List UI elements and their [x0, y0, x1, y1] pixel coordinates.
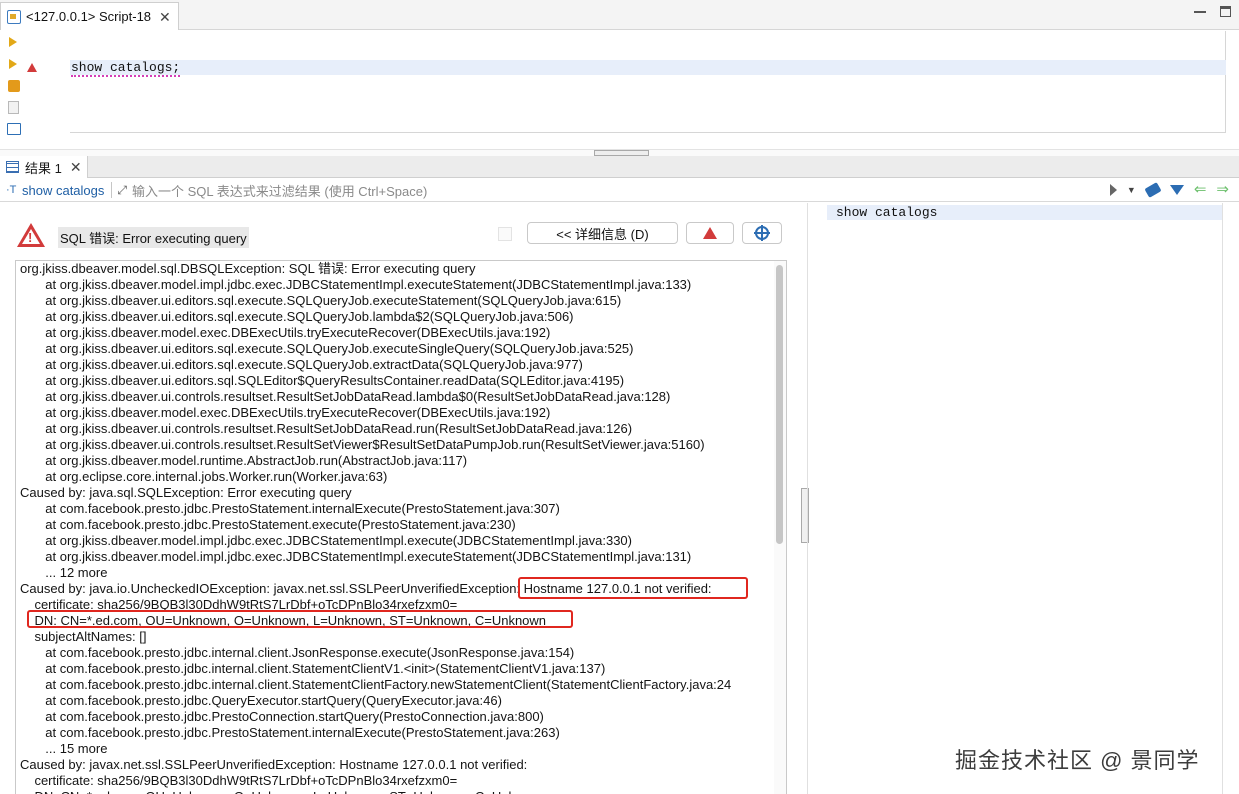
- stack-trace-line: at com.facebook.presto.jdbc.QueryExecuto…: [20, 693, 502, 708]
- editor-toolbar: [0, 31, 56, 149]
- stack-trace-line: Caused by: java.sql.SQLException: Error …: [20, 485, 352, 500]
- stack-trace-line: subjectAltNames: []: [20, 629, 147, 644]
- sql-editor[interactable]: show catalogs;: [70, 31, 1226, 133]
- stack-trace-line: at org.jkiss.dbeaver.model.runtime.Abstr…: [20, 453, 468, 468]
- stack-trace-line: at com.facebook.presto.jdbc.PrestoConnec…: [20, 709, 544, 724]
- option-checkbox[interactable]: [498, 227, 512, 241]
- console-icon[interactable]: [7, 123, 21, 135]
- execute-script-icon[interactable]: [8, 80, 20, 92]
- maximize-icon[interactable]: [1220, 6, 1231, 17]
- stack-trace-line: at org.jkiss.dbeaver.ui.controls.results…: [20, 421, 633, 436]
- query-label[interactable]: show catalogs: [22, 183, 104, 198]
- query-text[interactable]: show catalogs: [836, 205, 937, 220]
- grid-icon: [6, 161, 19, 173]
- stack-trace-line: at com.facebook.presto.jdbc.PrestoStatem…: [20, 517, 516, 532]
- minimize-icon[interactable]: [1194, 11, 1206, 15]
- locate-error-button[interactable]: [742, 222, 782, 244]
- explain-plan-icon[interactable]: [8, 101, 19, 114]
- error-title: SQL 错误: Error executing query: [58, 227, 249, 248]
- back-arrow-icon[interactable]: ⇐: [1194, 182, 1207, 197]
- stack-trace-line: certificate: sha256/9BQB3l30DdhW9tRtS7Lr…: [20, 773, 458, 788]
- stack-trace-line: at com.facebook.presto.jdbc.internal.cli…: [20, 677, 732, 692]
- editor-tab-script[interactable]: <127.0.0.1> Script-18 ✕: [0, 2, 179, 30]
- results-tab[interactable]: 结果 1 ✕: [0, 156, 88, 178]
- error-panel: ! SQL 错误: Error executing query << 详细信息 …: [0, 203, 797, 794]
- horizontal-splitter[interactable]: [0, 149, 1239, 156]
- warning-icon: [703, 227, 717, 239]
- stack-trace-line: at org.jkiss.dbeaver.ui.editors.sql.exec…: [20, 309, 574, 324]
- stack-trace-line: at org.jkiss.dbeaver.model.exec.DBExecUt…: [20, 325, 551, 340]
- panel-border: [1222, 203, 1223, 794]
- show-error-log-button[interactable]: [686, 222, 734, 244]
- results-tab-label: 结果 1: [25, 160, 62, 176]
- window-controls: [1194, 6, 1231, 17]
- stack-trace-line: at com.facebook.presto.jdbc.PrestoStatem…: [20, 725, 560, 740]
- stack-trace-line: at org.jkiss.dbeaver.ui.editors.sql.exec…: [20, 341, 634, 356]
- eraser-icon[interactable]: [1144, 181, 1162, 198]
- warning-icon: [27, 63, 37, 72]
- stack-trace-line: DN: CN=*.ed.com, OU=Unknown, O=Unknown, …: [20, 789, 775, 794]
- stack-trace-line: ... 15 more: [20, 741, 108, 756]
- current-line-highlight: [70, 60, 1226, 75]
- highlight-hostname-box: [518, 577, 748, 599]
- filter-bar: ·T show catalogs ⤢ 输入一个 SQL 表达式来过滤结果 (使用…: [0, 179, 1239, 202]
- execute-statement-icon[interactable]: [9, 37, 17, 47]
- scrollbar-thumb[interactable]: [776, 265, 783, 544]
- divider: [111, 182, 113, 198]
- history-dropdown-icon[interactable]: ▼: [1127, 185, 1136, 195]
- editor-tab-label: <127.0.0.1> Script-18: [26, 9, 152, 24]
- sql-statement[interactable]: show catalogs;: [71, 60, 181, 77]
- stack-trace-line: at org.jkiss.dbeaver.ui.controls.results…: [20, 437, 705, 452]
- details-button[interactable]: << 详细信息 (D): [527, 222, 678, 244]
- stack-trace-line: at org.jkiss.dbeaver.model.impl.jdbc.exe…: [20, 549, 692, 564]
- query-text-icon: ·T: [6, 184, 17, 196]
- editor-tab-bar: <127.0.0.1> Script-18 ✕: [0, 0, 1239, 30]
- stack-trace-line: at org.eclipse.core.internal.jobs.Worker…: [20, 469, 388, 484]
- filter-input[interactable]: 输入一个 SQL 表达式来过滤结果 (使用 Ctrl+Space): [132, 181, 427, 200]
- execute-in-new-tab-icon[interactable]: [9, 59, 17, 69]
- highlight-dn-box: [27, 610, 573, 628]
- sql-script-icon: [7, 9, 21, 24]
- stack-trace-line: at com.facebook.presto.jdbc.internal.cli…: [20, 645, 575, 660]
- stack-trace-line: at org.jkiss.dbeaver.ui.editors.sql.exec…: [20, 357, 583, 372]
- stack-trace-line: at org.jkiss.dbeaver.model.impl.jdbc.exe…: [20, 277, 692, 292]
- filter-tools: ▼ ⇐ ⇒: [1109, 181, 1229, 198]
- stack-trace-line: at org.jkiss.dbeaver.model.exec.DBExecUt…: [20, 405, 551, 420]
- results-tab-bar: 结果 1 ✕: [0, 156, 1239, 178]
- query-text-panel: show catalogs: [807, 203, 1239, 794]
- vertical-scrollbar[interactable]: [774, 261, 786, 794]
- forward-arrow-icon[interactable]: ⇒: [1216, 182, 1229, 197]
- crosshair-icon: [754, 225, 770, 241]
- stack-trace-line: at com.facebook.presto.jdbc.PrestoStatem…: [20, 501, 560, 516]
- stack-trace-line: at org.jkiss.dbeaver.ui.controls.results…: [20, 389, 671, 404]
- close-icon[interactable]: ✕: [70, 160, 82, 174]
- close-icon[interactable]: ✕: [159, 10, 171, 24]
- stack-trace-line: at org.jkiss.dbeaver.ui.editors.sql.SQLE…: [20, 373, 625, 388]
- stack-trace-line: Caused by: javax.net.ssl.SSLPeerUnverifi…: [20, 757, 528, 772]
- stack-trace-line: org.jkiss.dbeaver.model.sql.DBSQLExcepti…: [20, 261, 476, 276]
- stack-trace-line: at org.jkiss.dbeaver.model.impl.jdbc.exe…: [20, 533, 632, 548]
- stack-trace-box[interactable]: org.jkiss.dbeaver.model.sql.DBSQLExcepti…: [15, 260, 787, 794]
- apply-filter-icon[interactable]: [1109, 183, 1117, 196]
- stack-trace-lines: org.jkiss.dbeaver.model.sql.DBSQLExcepti…: [20, 261, 775, 794]
- watermark: 掘金技术社区 @ 景同学: [955, 748, 1200, 773]
- stack-trace-line: at org.jkiss.dbeaver.ui.editors.sql.exec…: [20, 293, 622, 308]
- stack-trace-line: at com.facebook.presto.jdbc.internal.cli…: [20, 661, 606, 676]
- expand-icon[interactable]: ⤢: [117, 183, 127, 198]
- filter-icon[interactable]: [1169, 184, 1184, 195]
- exclamation-icon: !: [28, 230, 33, 245]
